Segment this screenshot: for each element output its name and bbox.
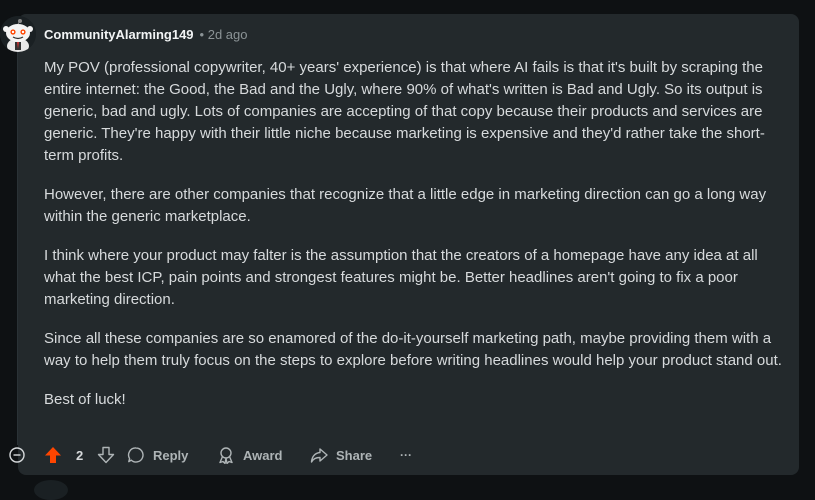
- comment-action-bar: 2 Reply Award Share ···: [0, 440, 815, 470]
- share-button[interactable]: Share: [310, 444, 372, 466]
- user-avatar[interactable]: [0, 16, 36, 52]
- snoo-avatar-icon: [0, 16, 36, 52]
- vote-count: 2: [76, 447, 84, 463]
- comment-paragraph: However, there are other companies that …: [44, 186, 767, 225]
- share-arrow-icon: [310, 448, 328, 463]
- share-label: Share: [336, 447, 373, 463]
- upvote-button[interactable]: [44, 446, 62, 464]
- downvote-button[interactable]: [97, 446, 115, 464]
- username-link[interactable]: CommunityAlarming149: [44, 27, 194, 42]
- next-comment-avatar[interactable]: [34, 480, 68, 500]
- comment-body: My POV (professional copywriter, 40+ yea…: [44, 57, 786, 428]
- more-options-icon: ···: [400, 448, 412, 462]
- more-options-button[interactable]: ···: [400, 444, 412, 466]
- award-medal-icon: [219, 447, 233, 464]
- upvote-arrow-icon: [45, 447, 61, 463]
- award-label: Award: [243, 447, 283, 463]
- award-button[interactable]: Award: [217, 444, 283, 466]
- comment-paragraph: My POV (professional copywriter, 40+ yea…: [44, 59, 765, 164]
- collapse-minus-icon: [9, 447, 25, 463]
- vote-group: 2: [44, 444, 115, 466]
- comment-timestamp[interactable]: • 2d ago: [200, 27, 248, 42]
- reply-button[interactable]: Reply: [127, 444, 188, 466]
- downvote-arrow-icon: [98, 446, 115, 464]
- comment-paragraph: Best of luck!: [44, 391, 126, 408]
- comment-paragraph: Since all these companies are so enamore…: [44, 330, 782, 369]
- reply-label: Reply: [153, 447, 189, 463]
- comment-paragraph: I think where your product may falter is…: [44, 247, 758, 308]
- collapse-thread-button[interactable]: [9, 447, 25, 463]
- speech-bubble-icon: [127, 447, 144, 463]
- comment-header: CommunityAlarming149 • 2d ago: [44, 26, 247, 42]
